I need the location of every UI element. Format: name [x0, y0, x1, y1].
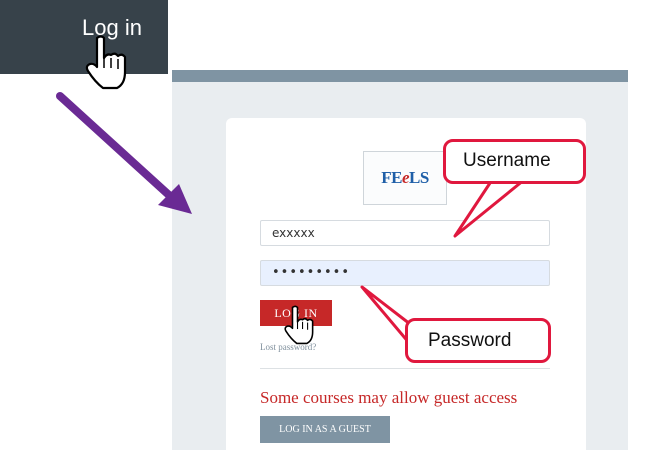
logo-text-ls: LS [408, 168, 429, 187]
divider [260, 368, 550, 369]
guest-login-button[interactable]: LOG IN AS A GUEST [260, 416, 390, 443]
top-navbar: Log in [0, 0, 168, 74]
login-panel: FE e LS exxxxx ••••••••• LOG IN Lost passw… [172, 70, 628, 458]
feels-logo: FE e LS [363, 151, 447, 205]
login-button[interactable]: LOG IN [260, 300, 332, 326]
username-field[interactable]: exxxxx [260, 220, 550, 246]
guest-access-note: Some courses may allow guest access [260, 388, 518, 407]
password-field[interactable]: ••••••••• [260, 260, 550, 286]
logo-text-fe: FE [381, 168, 402, 187]
lost-password-link[interactable]: Lost password? [260, 342, 316, 352]
password-callout: Password [405, 318, 551, 363]
panel-header-bar [172, 70, 628, 82]
navbar-login-link[interactable]: Log in [82, 15, 142, 41]
username-callout: Username [443, 139, 586, 184]
logo-text-e: e [401, 168, 410, 187]
